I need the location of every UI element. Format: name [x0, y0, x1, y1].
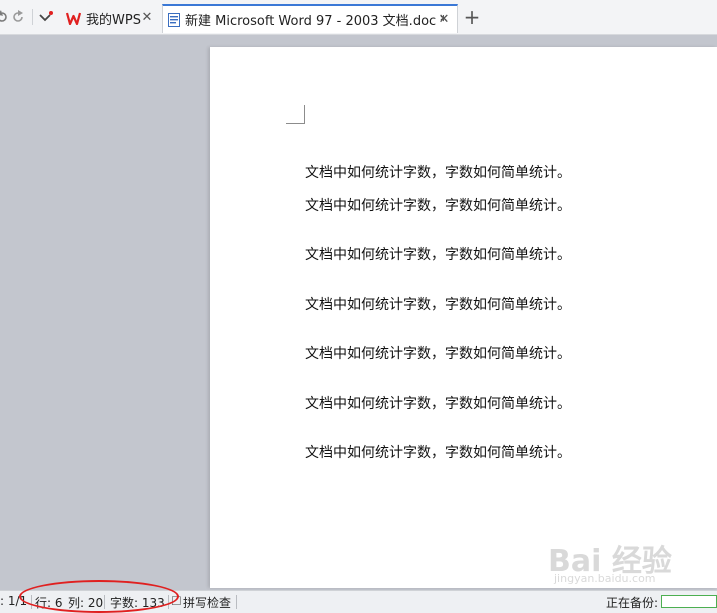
paragraph[interactable]: 文档中如何统计字数，字数如何简单统计。 [305, 294, 571, 314]
status-separator [236, 595, 237, 609]
spell-check-icon: ☐ [171, 594, 182, 608]
plus-icon[interactable]: + [463, 7, 481, 27]
status-bar: : 1/1 行: 6 列: 20 字数: 133 ☐ 拼写检查 正在备份: [0, 590, 717, 613]
redo-icon[interactable] [10, 9, 26, 25]
status-separator [31, 595, 32, 609]
status-spell-check[interactable]: 拼写检查 [183, 594, 231, 611]
status-separator [104, 595, 105, 609]
dropdown-arrow-icon[interactable] [38, 9, 54, 25]
margin-corner-mark [286, 105, 305, 124]
undo-icon[interactable] [0, 9, 10, 25]
paragraph[interactable]: 文档中如何统计字数，字数如何简单统计。 [305, 244, 571, 264]
word-doc-icon [167, 12, 180, 27]
status-word-count[interactable]: 字数: 133 [110, 594, 165, 611]
status-column: 列: 20 [68, 596, 104, 610]
status-row: 行: 6 [35, 596, 63, 610]
paragraph[interactable]: 文档中如何统计字数，字数如何简单统计。 [305, 195, 571, 215]
tab-document[interactable]: 新建 Microsoft Word 97 - 2003 文档.doc * ✕ [162, 4, 458, 33]
paragraph[interactable]: 文档中如何统计字数，字数如何简单统计。 [305, 393, 571, 413]
paragraph[interactable]: 文档中如何统计字数，字数如何简单统计。 [305, 162, 571, 182]
toolbar-separator [32, 9, 33, 25]
paragraph[interactable]: 文档中如何统计字数，字数如何简单统计。 [305, 343, 571, 363]
document-page[interactable]: 文档中如何统计字数，字数如何简单统计。 文档中如何统计字数，字数如何简单统计。 … [210, 47, 717, 588]
tab-bar: 我的WPS ✕ 新建 Microsoft Word 97 - 2003 文档.d… [0, 0, 717, 35]
status-page[interactable]: : 1/1 [0, 594, 27, 608]
wps-logo-icon [66, 11, 81, 26]
close-icon[interactable]: ✕ [437, 12, 451, 27]
tab-my-wps[interactable]: 我的WPS ✕ [62, 4, 160, 33]
paragraph[interactable]: 文档中如何统计字数，字数如何简单统计。 [305, 442, 571, 462]
backup-progress-box [661, 595, 717, 608]
tab-label: 我的WPS [86, 13, 141, 28]
status-backup: 正在备份: [606, 596, 659, 610]
tab-label: 新建 Microsoft Word 97 - 2003 文档.doc * [185, 14, 447, 29]
close-icon[interactable]: ✕ [140, 10, 154, 25]
status-separator [168, 595, 169, 609]
